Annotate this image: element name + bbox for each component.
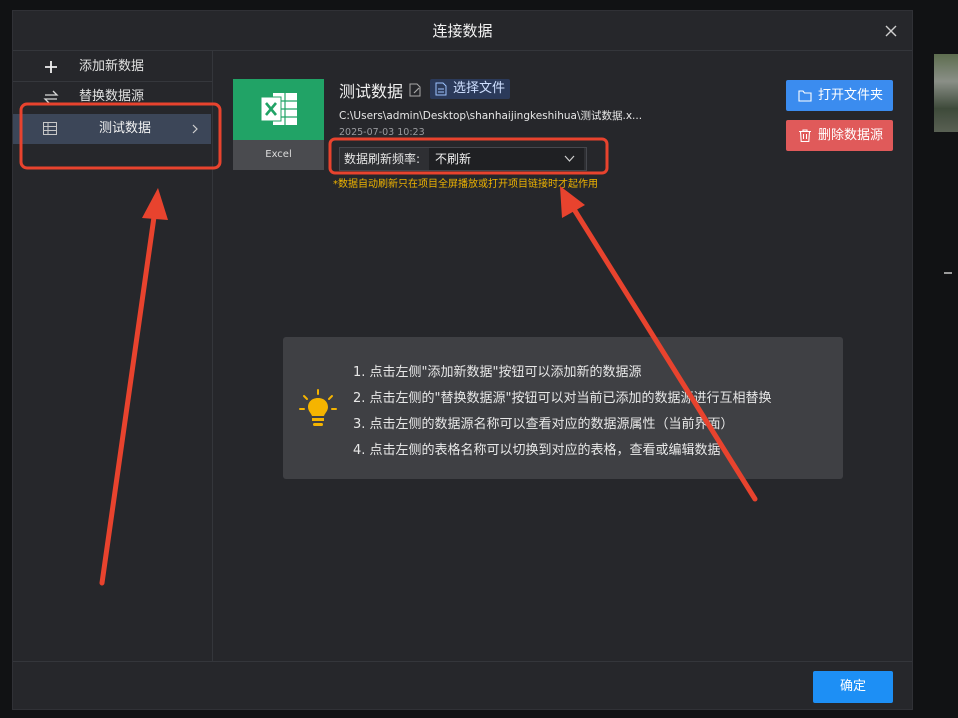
refresh-frequency-label: 数据刷新频率: (344, 152, 421, 166)
edit-icon[interactable] (409, 83, 421, 97)
source-name[interactable]: 测试数据 (339, 78, 403, 102)
refresh-note: *数据自动刷新只在项目全屏播放或打开项目链接时才起作用 (333, 179, 598, 190)
sidebar-item-test-data[interactable]: 测试数据 (13, 114, 211, 144)
add-new-data-label: 添加新数据 (79, 59, 145, 74)
dialog-footer: 确定 (13, 661, 912, 709)
sidebar-item-label: 测试数据 (99, 121, 152, 136)
table-icon (43, 122, 57, 135)
replace-source-button[interactable]: 替换数据源 (13, 82, 213, 112)
confirm-button[interactable]: 确定 (813, 671, 893, 703)
trash-icon (799, 129, 811, 142)
sidebar: 添加新数据 替换数据源 测试数据 (13, 51, 213, 661)
plus-icon (45, 61, 57, 73)
choose-file-button[interactable]: 选择文件 (430, 79, 510, 99)
tip-line-2: 2. 点击左侧的"替换数据源"按钮可以对当前已添加的数据源进行互相替换 (353, 391, 772, 406)
tips-panel: 1. 点击左侧"添加新数据"按钮可以添加新的数据源 2. 点击左侧的"替换数据源… (283, 337, 843, 479)
tip-line-4: 4. 点击左侧的表格名称可以切换到对应的表格，查看或编辑数据 (353, 443, 721, 458)
source-file-path: C:\Users\admin\Desktop\shanhaijingkeshih… (339, 110, 643, 122)
refresh-frequency-select[interactable]: 不刷新 (429, 148, 584, 170)
choose-file-label: 选择文件 (453, 81, 506, 96)
tip-line-1: 1. 点击左侧"添加新数据"按钮可以添加新的数据源 (353, 365, 642, 380)
add-new-data-button[interactable]: 添加新数据 (13, 52, 213, 82)
close-icon[interactable] (883, 23, 899, 39)
delete-source-button[interactable]: 删除数据源 (786, 120, 893, 151)
background-mark (944, 272, 952, 274)
connect-data-dialog: 连接数据 添加新数据 替换数据源 测试数据 Excel 测试数据 选择文件 C:… (12, 10, 913, 710)
swap-icon (43, 90, 59, 104)
background-thumbnail (934, 54, 958, 132)
folder-icon (798, 90, 812, 102)
refresh-frequency-value: 不刷新 (435, 152, 472, 166)
refresh-frequency-row: 数据刷新频率: 不刷新 (339, 147, 587, 171)
file-icon (435, 82, 447, 96)
excel-icon (260, 93, 297, 125)
open-folder-button[interactable]: 打开文件夹 (786, 80, 893, 111)
open-folder-label: 打开文件夹 (818, 88, 884, 103)
dialog-header: 连接数据 (13, 11, 912, 51)
dialog-title: 连接数据 (432, 22, 493, 40)
file-type-label: Excel (233, 140, 324, 170)
chevron-down-icon (564, 155, 575, 162)
delete-source-label: 删除数据源 (818, 128, 884, 143)
source-date: 2025-07-03 10:23 (339, 127, 425, 138)
lightbulb-icon (299, 389, 337, 426)
replace-source-label: 替换数据源 (79, 89, 145, 104)
chevron-right-icon (192, 124, 198, 134)
tip-line-3: 3. 点击左侧的数据源名称可以查看对应的数据源属性（当前界面） (353, 417, 734, 432)
